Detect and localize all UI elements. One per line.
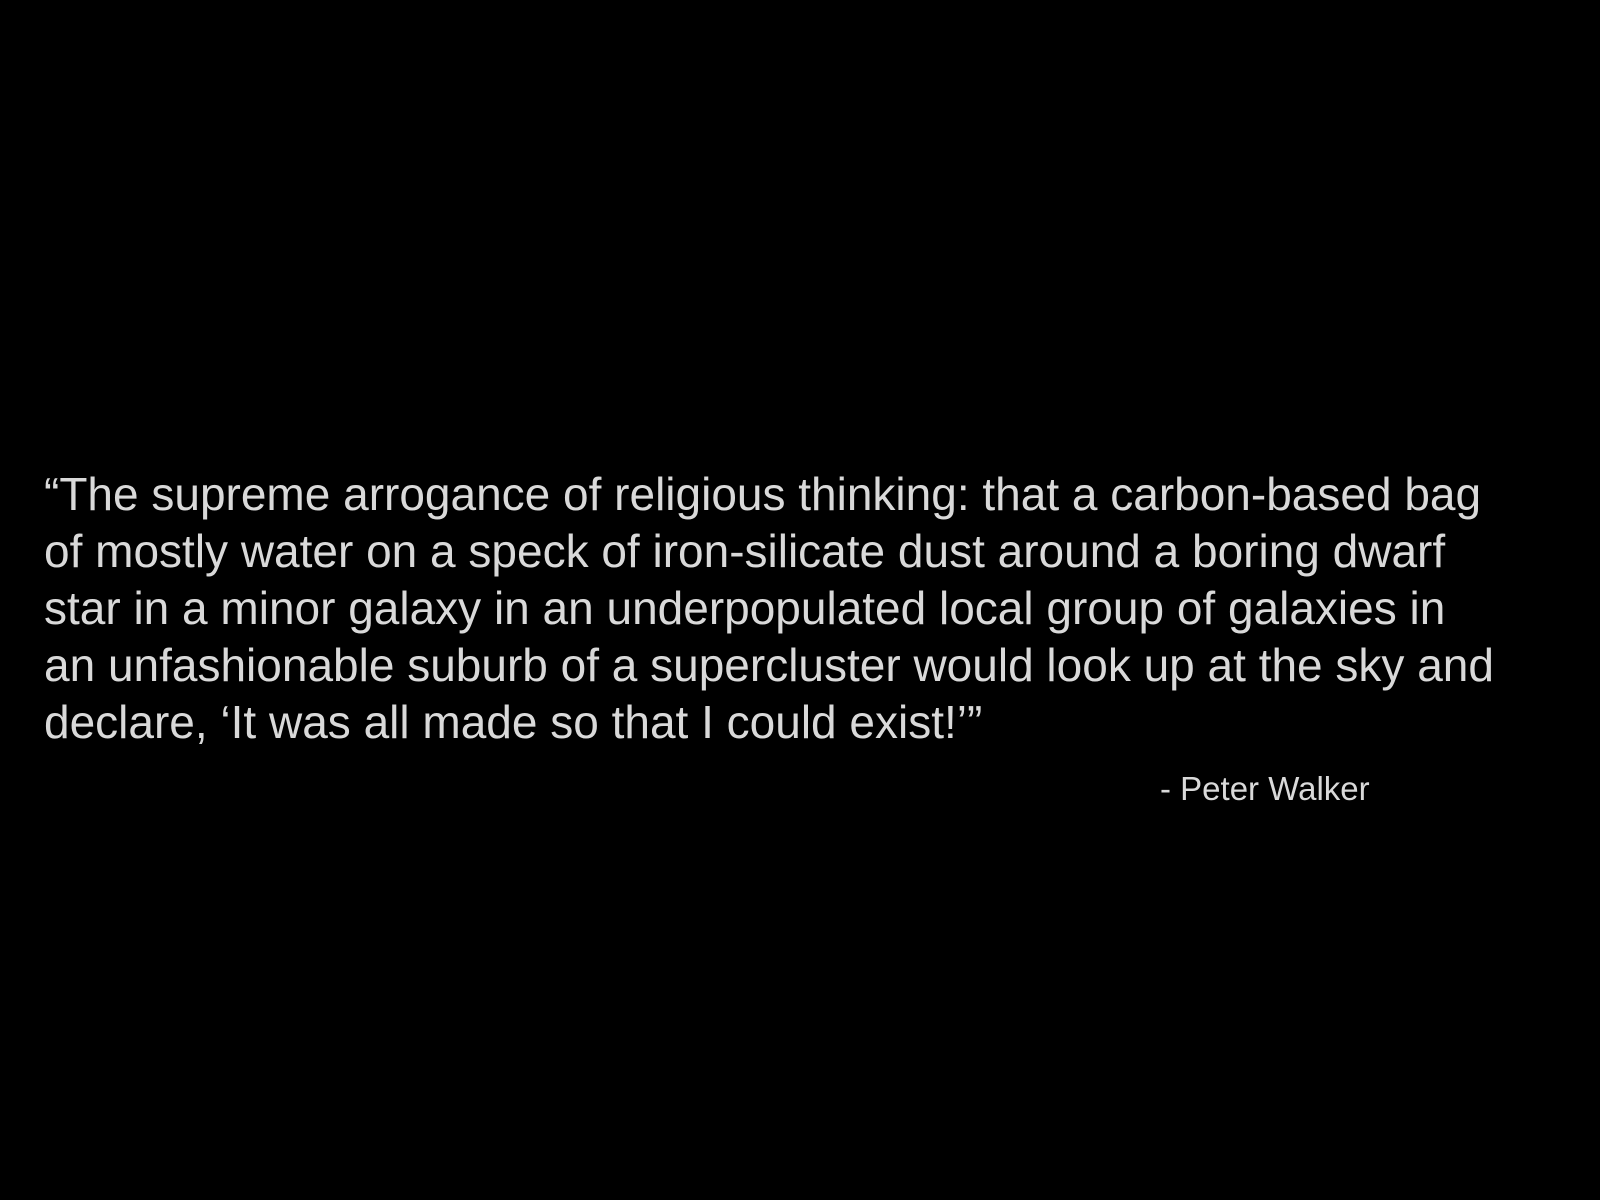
quote-line: of mostly water on a speck of iron-silic… (44, 525, 1446, 577)
quote-slide: “The supreme arrogance of religious thin… (0, 0, 1600, 1200)
quote-line: “The supreme arrogance of religious thin… (44, 468, 1482, 520)
quote-text: “The supreme arrogance of religious thin… (44, 466, 1494, 751)
quote-line: declare, ‘It was all made so that I coul… (44, 696, 983, 748)
quote-attribution: - Peter Walker (1160, 770, 1370, 807)
quote-line: star in a minor galaxy in an underpopula… (44, 582, 1446, 634)
quote-line: an unfashionable suburb of a supercluste… (44, 639, 1494, 691)
